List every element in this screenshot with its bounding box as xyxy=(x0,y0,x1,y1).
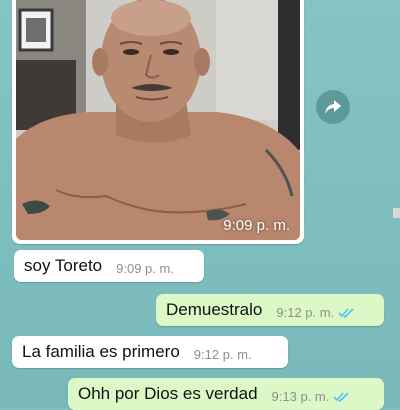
message-bubble-incoming[interactable]: La familia es primero 9:12 p. m. xyxy=(12,336,288,368)
message-text: Ohh por Dios es verdad xyxy=(78,384,258,403)
message-text: soy Toreto xyxy=(24,256,103,275)
scroll-edge-marker xyxy=(393,208,400,218)
photo-image xyxy=(16,0,300,240)
double-check-icon xyxy=(333,391,349,402)
double-check-icon xyxy=(338,307,354,318)
message-bubble-outgoing[interactable]: Demuestralo 9:12 p. m. xyxy=(156,294,384,326)
message-bubble-incoming[interactable]: soy Toreto 9:09 p. m. xyxy=(14,250,204,282)
message-text: Demuestralo xyxy=(166,300,263,319)
message-timestamp: 9:12 p. m. xyxy=(193,347,252,362)
message-timestamp: 9:13 p. m. xyxy=(271,389,330,404)
forward-arrow-icon xyxy=(325,100,341,114)
message-text: La familia es primero xyxy=(22,342,180,361)
image-timestamp: 9:09 p. m. xyxy=(223,217,290,234)
message-timestamp: 9:09 p. m. xyxy=(116,261,174,276)
forward-button[interactable] xyxy=(316,90,350,124)
message-bubble-outgoing[interactable]: Ohh por Dios es verdad 9:13 p. m. xyxy=(68,378,384,410)
selfie-photo[interactable]: 9:09 p. m. xyxy=(16,0,300,240)
message-timestamp: 9:12 p. m. xyxy=(276,305,335,320)
image-message-bubble[interactable]: 9:09 p. m. xyxy=(12,0,304,244)
